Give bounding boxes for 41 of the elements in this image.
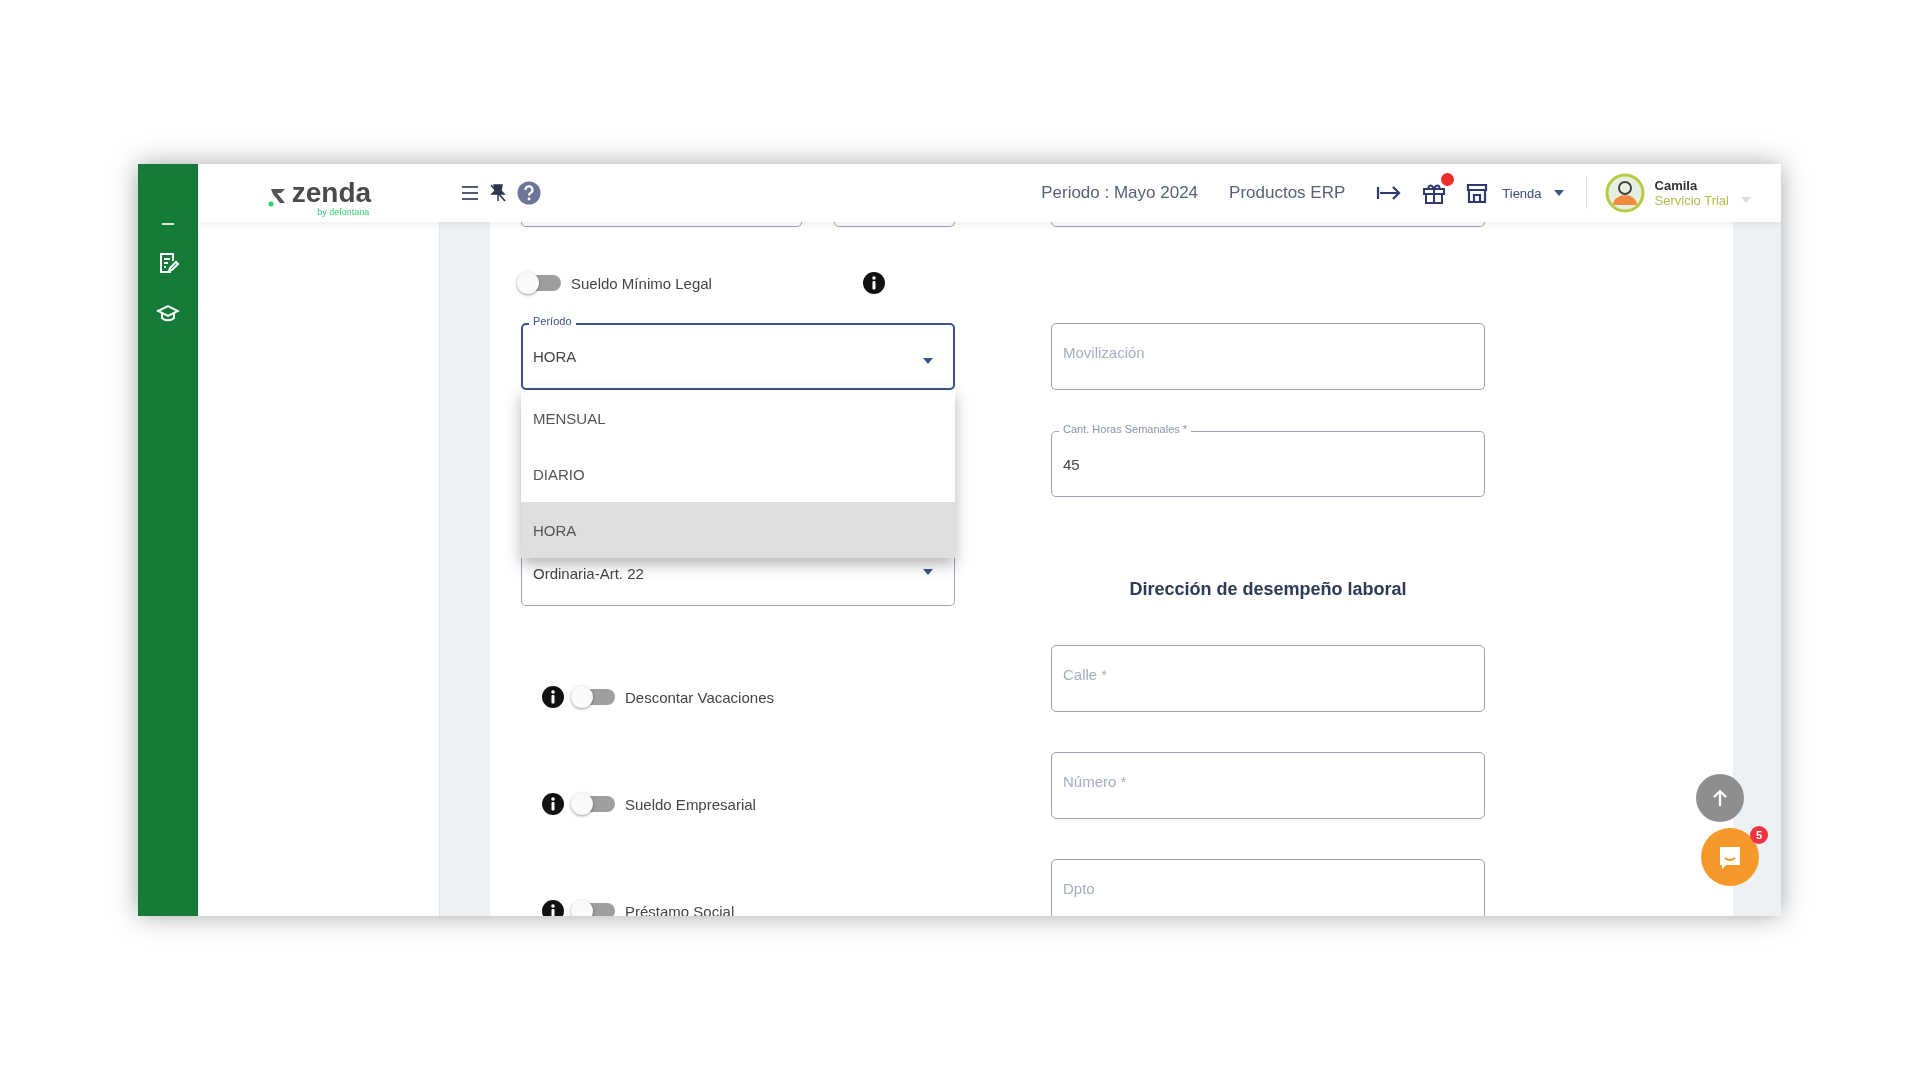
- field-placeholder: Número *: [1063, 773, 1127, 790]
- user-avatar[interactable]: [1604, 173, 1645, 213]
- logo-mark-icon: [267, 187, 288, 207]
- info-icon[interactable]: [541, 685, 565, 709]
- section-heading: Dirección de desempeño laboral: [1128, 578, 1408, 601]
- user-role: Servicio Trial: [1654, 193, 1729, 208]
- period-select[interactable]: Período HORA: [521, 315, 955, 390]
- field-placeholder: Calle *: [1063, 666, 1108, 683]
- field-placeholder: Dpto: [1063, 880, 1095, 897]
- dropdown-option[interactable]: HORA: [521, 502, 955, 558]
- brand-name: zenda: [291, 179, 372, 207]
- caret-icon: [923, 357, 933, 364]
- caret-icon: [923, 569, 933, 575]
- toggle-label: Descontar Vacaciones: [625, 688, 774, 706]
- toggle-label: Sueldo Mínimo Legal: [571, 274, 712, 292]
- store-label[interactable]: Tienda: [1502, 185, 1542, 201]
- input-field[interactable]: Cant. Horas Semanales * 45: [1051, 423, 1485, 497]
- info-icon[interactable]: [861, 271, 886, 295]
- caret-icon: [1553, 190, 1564, 196]
- user-name: Camila: [1654, 178, 1699, 193]
- field-value: 45: [1063, 455, 1080, 473]
- field-label: Período: [529, 315, 576, 327]
- info-icon[interactable]: [541, 899, 565, 916]
- menu-icon[interactable]: [461, 185, 479, 201]
- notification-badge: 5: [1750, 826, 1768, 844]
- dropdown-option[interactable]: MENSUAL: [521, 390, 955, 446]
- info-icon[interactable]: [541, 792, 565, 816]
- field-label: Cant. Horas Semanales *: [1059, 423, 1192, 435]
- store-icon[interactable]: [1466, 183, 1489, 203]
- select-value: HORA: [533, 348, 577, 365]
- toggle-label: Sueldo Empresarial: [625, 795, 756, 813]
- period-label: Periodo : Mayo 2024: [1041, 183, 1199, 203]
- pin-off-icon[interactable]: [489, 183, 507, 203]
- arrow-right-icon[interactable]: [1376, 185, 1403, 201]
- dropdown-option[interactable]: DIARIO: [521, 446, 955, 502]
- field-placeholder: Movilización: [1063, 344, 1145, 361]
- help-icon[interactable]: [517, 181, 541, 205]
- toggle-label: Préstamo Social: [625, 902, 735, 916]
- select-value: Ordinaria-Art. 22: [533, 565, 644, 582]
- products-link[interactable]: Productos ERP: [1229, 183, 1346, 203]
- brand-tagline: by defontana: [317, 207, 370, 217]
